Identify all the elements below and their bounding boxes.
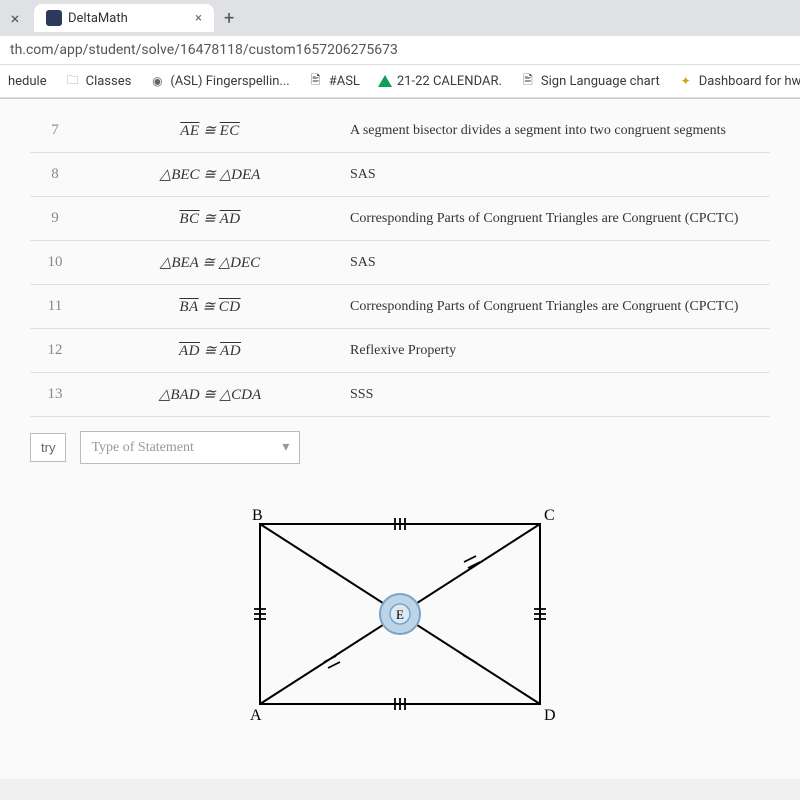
step-statement: △BEA ≅ △DEC: [80, 253, 340, 272]
step-reason: Corresponding Parts of Congruent Triangl…: [340, 211, 770, 227]
tab-close-icon[interactable]: ×: [195, 11, 202, 26]
folder-icon: 🗀: [65, 73, 81, 89]
bookmark-asl[interactable]: 🖹 #ASL: [308, 73, 360, 89]
close-icon[interactable]: ×: [0, 9, 30, 28]
star-icon: ✦: [678, 73, 694, 89]
geometry-figure: E: [30, 504, 770, 734]
bookmark-classes[interactable]: 🗀 Classes: [65, 73, 132, 89]
select-placeholder: Type of Statement: [91, 440, 193, 456]
vertex-d-label: D: [544, 707, 556, 724]
statement-type-select[interactable]: Type of Statement ▾: [80, 431, 300, 464]
bookmark-schedule[interactable]: hedule: [8, 74, 47, 89]
table-row: 13 △BAD ≅ △CDA SSS: [30, 373, 770, 417]
step-statement: AD ≅ AD: [80, 341, 340, 360]
tab-title: DeltaMath: [68, 11, 128, 26]
step-statement: △BAD ≅ △CDA: [80, 385, 340, 404]
proof-table: 7 AE ≅ EC A segment bisector divides a s…: [30, 109, 770, 417]
input-row: try Type of Statement ▾: [30, 431, 770, 464]
try-button[interactable]: try: [30, 433, 66, 462]
bookmark-sign-language-chart[interactable]: 🖹 Sign Language chart: [520, 73, 660, 89]
step-number: 7: [30, 122, 80, 139]
main-content: 7 AE ≅ EC A segment bisector divides a s…: [0, 99, 800, 779]
step-reason: A segment bisector divides a segment int…: [340, 123, 770, 139]
svg-text:E: E: [396, 607, 404, 622]
drive-icon: [378, 75, 392, 87]
table-row: 10 △BEA ≅ △DEC SAS: [30, 241, 770, 285]
step-reason: Corresponding Parts of Congruent Triangl…: [340, 299, 770, 315]
table-row: 9 BC ≅ AD Corresponding Parts of Congrue…: [30, 197, 770, 241]
table-row: 8 △BEC ≅ △DEA SAS: [30, 153, 770, 197]
step-number: 11: [30, 298, 80, 315]
vertex-b-label: B: [252, 507, 263, 524]
vertex-c-label: C: [544, 507, 555, 524]
step-number: 12: [30, 342, 80, 359]
url-bar[interactable]: th.com/app/student/solve/16478118/custom…: [0, 36, 800, 65]
step-number: 13: [30, 386, 80, 403]
chevron-down-icon: ▾: [282, 439, 289, 456]
bookmarks-bar: hedule 🗀 Classes ◉ (ASL) Fingerspellin..…: [0, 65, 800, 98]
bookmark-calendar[interactable]: 21-22 CALENDAR.: [378, 74, 502, 89]
globe-icon: ◉: [149, 73, 165, 89]
step-number: 8: [30, 166, 80, 183]
step-statement: △BEC ≅ △DEA: [80, 165, 340, 184]
step-reason: SSS: [340, 387, 770, 403]
bookmark-dashboard[interactable]: ✦ Dashboard for hw: [678, 73, 800, 89]
step-number: 9: [30, 210, 80, 227]
step-statement: BC ≅ AD: [80, 209, 340, 228]
new-tab-button[interactable]: +: [214, 4, 244, 33]
url-text: th.com/app/student/solve/16478118/custom…: [10, 42, 398, 58]
table-row: 12 AD ≅ AD Reflexive Property: [30, 329, 770, 373]
tab-bar: × DeltaMath × +: [0, 0, 800, 36]
bookmark-asl-fingerspelling[interactable]: ◉ (ASL) Fingerspellin...: [149, 73, 289, 89]
step-statement: AE ≅ EC: [80, 121, 340, 140]
step-reason: Reflexive Property: [340, 343, 770, 359]
step-reason: SAS: [340, 167, 770, 183]
doc-icon: 🖹: [520, 73, 536, 89]
favicon-icon: [46, 10, 62, 26]
browser-tab[interactable]: DeltaMath ×: [34, 4, 214, 32]
step-statement: BA ≅ CD: [80, 297, 340, 316]
vertex-a-label: A: [250, 707, 262, 724]
step-number: 10: [30, 254, 80, 271]
table-row: 11 BA ≅ CD Corresponding Parts of Congru…: [30, 285, 770, 329]
doc-icon: 🖹: [308, 73, 324, 89]
step-reason: SAS: [340, 255, 770, 271]
table-row: 7 AE ≅ EC A segment bisector divides a s…: [30, 109, 770, 153]
